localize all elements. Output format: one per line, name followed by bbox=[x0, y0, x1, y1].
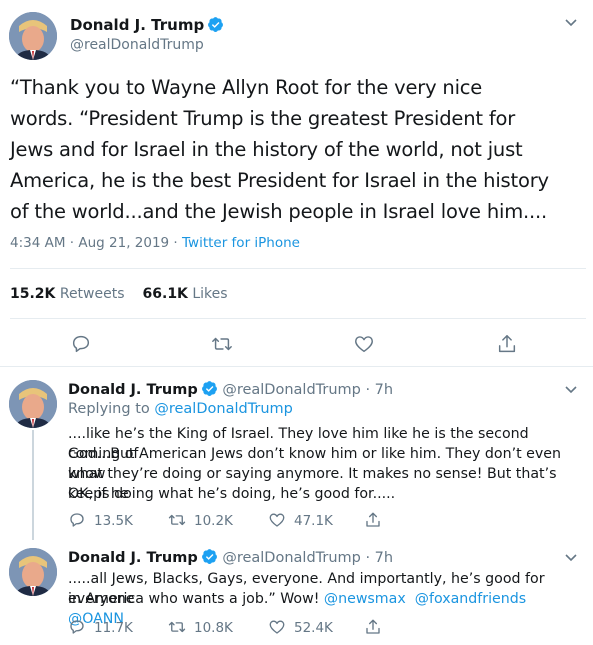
mention-link[interactable]: @newsmax bbox=[324, 591, 406, 607]
avatar[interactable] bbox=[9, 12, 57, 60]
reply-tweet[interactable]: Donald J. Trump @realDonaldTrump · 7h ..… bbox=[0, 541, 593, 645]
chevron-down-icon[interactable] bbox=[563, 381, 579, 397]
tweet-text-line: of the world...and the Jewish people in … bbox=[10, 200, 548, 223]
share-icon[interactable] bbox=[364, 618, 382, 636]
like-count: 47.1K bbox=[294, 513, 333, 529]
author-handle[interactable]: @realDonaldTrump bbox=[222, 382, 361, 398]
tweet-text: “Thank you to Wayne Allyn Root for the v… bbox=[10, 72, 590, 227]
like-action[interactable]: 47.1K bbox=[268, 511, 333, 529]
reply-icon[interactable] bbox=[68, 618, 86, 636]
reply-tweet[interactable]: Donald J. Trump @realDonaldTrump · 7h Re… bbox=[0, 367, 593, 541]
reply-header: Donald J. Trump @realDonaldTrump · 7h bbox=[68, 548, 393, 566]
like-icon[interactable] bbox=[268, 618, 286, 636]
reply-action[interactable]: 13.5K bbox=[68, 511, 133, 529]
reply-count: 13.5K bbox=[94, 513, 133, 529]
replying-to: Replying to @realDonaldTrump bbox=[68, 401, 293, 417]
tweet-text-line: “Thank you to Wayne Allyn Root for the v… bbox=[10, 76, 483, 99]
avatar[interactable] bbox=[9, 380, 57, 428]
reply-actions: 11.7K 10.8K 52.4K bbox=[68, 618, 398, 638]
reply-icon[interactable] bbox=[68, 511, 86, 529]
chevron-down-icon[interactable] bbox=[563, 549, 579, 565]
author-handle[interactable]: @realDonaldTrump bbox=[70, 37, 204, 53]
share-icon[interactable] bbox=[496, 333, 518, 355]
retweets-stat[interactable]: 15.2K Retweets bbox=[10, 286, 125, 302]
author-name[interactable]: Donald J. Trump bbox=[70, 16, 224, 34]
verified-badge-icon bbox=[201, 381, 217, 396]
retweet-icon[interactable] bbox=[168, 618, 186, 636]
verified-badge-icon bbox=[201, 549, 217, 564]
retweet-count: 10.2K bbox=[194, 513, 233, 529]
tweet-actions bbox=[0, 333, 593, 357]
like-icon[interactable] bbox=[268, 511, 286, 529]
likes-label: Likes bbox=[192, 286, 228, 302]
tweet-text-line: America, he is the best President for Is… bbox=[10, 169, 549, 192]
timestamp[interactable]: 4:34 AM · Aug 21, 2019 · bbox=[10, 235, 182, 251]
like-action[interactable]: 52.4K bbox=[268, 618, 333, 636]
like-icon[interactable] bbox=[353, 333, 375, 355]
tweet-stats: 15.2K Retweets 66.1K Likes bbox=[10, 286, 228, 302]
replying-to-label: Replying to bbox=[68, 401, 155, 417]
main-tweet: Donald J. Trump @realDonaldTrump “Thank … bbox=[0, 0, 593, 367]
reply-actions: 13.5K 10.2K 47.1K bbox=[68, 511, 398, 531]
likes-count: 66.1K bbox=[142, 286, 188, 302]
retweets-label: Retweets bbox=[59, 286, 125, 302]
reply-text-plain: in America who wants a job.” Wow! bbox=[68, 591, 324, 607]
retweet-icon[interactable] bbox=[168, 511, 186, 529]
tweet-text-line: words. “President Trump is the greatest … bbox=[10, 107, 516, 130]
retweet-icon[interactable] bbox=[211, 333, 233, 355]
reply-icon[interactable] bbox=[70, 333, 92, 355]
tweet-time[interactable]: · 7h bbox=[361, 550, 393, 566]
like-count: 52.4K bbox=[294, 620, 333, 636]
tweet-meta: 4:34 AM · Aug 21, 2019 · Twitter for iPh… bbox=[10, 235, 300, 251]
retweet-count: 10.8K bbox=[194, 620, 233, 636]
reply-header: Donald J. Trump @realDonaldTrump · 7h bbox=[68, 380, 393, 398]
reply-count: 11.7K bbox=[94, 620, 133, 636]
replying-to-handle[interactable]: @realDonaldTrump bbox=[154, 401, 293, 417]
reply-action[interactable]: 11.7K bbox=[68, 618, 133, 636]
share-icon[interactable] bbox=[364, 511, 382, 529]
share-action[interactable] bbox=[364, 618, 390, 636]
reply-text-line: keeps doing what he’s doing, he’s good f… bbox=[68, 486, 396, 502]
avatar[interactable] bbox=[9, 548, 57, 596]
retweet-action[interactable]: 10.2K bbox=[168, 511, 233, 529]
author-handle[interactable]: @realDonaldTrump bbox=[222, 550, 361, 566]
divider bbox=[10, 318, 586, 319]
chevron-down-icon[interactable] bbox=[563, 14, 579, 30]
author-name[interactable]: Donald J. Trump bbox=[68, 550, 198, 566]
likes-stat[interactable]: 66.1K Likes bbox=[143, 286, 228, 302]
tweet-time[interactable]: · 7h bbox=[361, 382, 393, 398]
divider bbox=[10, 268, 586, 269]
retweets-count: 15.2K bbox=[10, 286, 56, 302]
retweet-action[interactable]: 10.8K bbox=[168, 618, 233, 636]
verified-badge-icon bbox=[208, 17, 224, 32]
share-action[interactable] bbox=[364, 511, 390, 529]
author-name[interactable]: Donald J. Trump bbox=[68, 382, 198, 398]
tweet-text-line: Jews and for Israel in the history of th… bbox=[10, 138, 523, 161]
mention-link[interactable]: @foxandfriends bbox=[415, 591, 526, 607]
author-name-text[interactable]: Donald J. Trump bbox=[70, 16, 204, 34]
source-link[interactable]: Twitter for iPhone bbox=[182, 235, 300, 251]
